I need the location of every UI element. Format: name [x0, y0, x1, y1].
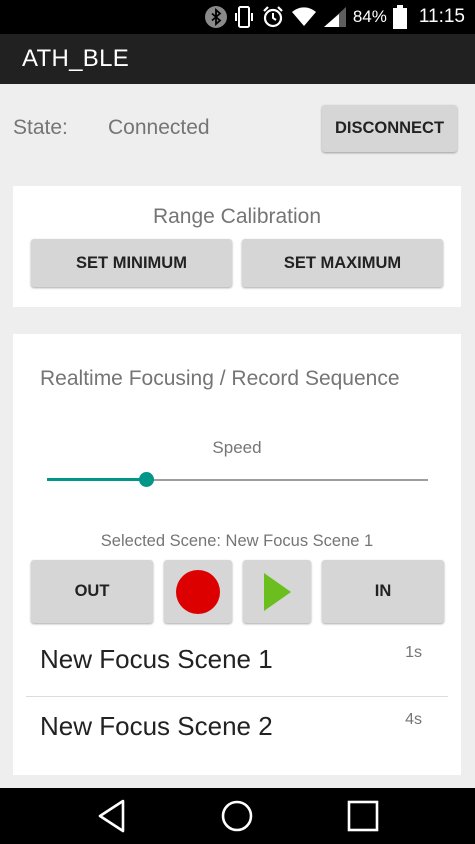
- signal-icon: [323, 6, 347, 28]
- app-bar: ATH_BLE: [0, 34, 475, 84]
- set-maximum-button[interactable]: SET MAXIMUM: [242, 239, 443, 287]
- bluetooth-icon: [204, 6, 227, 28]
- home-icon[interactable]: [212, 796, 262, 836]
- focus-in-button[interactable]: IN: [322, 560, 444, 623]
- disconnect-button[interactable]: DISCONNECT: [322, 105, 457, 152]
- range-calibration-title: Range Calibration: [152, 205, 322, 228]
- app-title: ATH_BLE: [22, 45, 130, 72]
- scene-name: New Focus Scene 2: [40, 711, 273, 741]
- selected-scene-label: Selected Scene: New Focus Scene 1: [100, 532, 374, 550]
- speed-slider[interactable]: [47, 472, 428, 487]
- state-label: State:: [13, 116, 68, 139]
- range-calibration-card: Range Calibration SET MINIMUM SET MAXIMU…: [13, 186, 461, 307]
- status-bar: 84% 11:15: [0, 0, 475, 34]
- scene-name: New Focus Scene 1: [40, 644, 273, 674]
- wifi-icon: [291, 7, 317, 27]
- clock: 11:15: [418, 6, 465, 27]
- battery-icon: [392, 5, 407, 29]
- play-button[interactable]: [243, 560, 311, 623]
- record-icon: [176, 569, 220, 614]
- play-icon: [264, 572, 291, 611]
- navigation-bar: [0, 788, 475, 844]
- speed-label: Speed: [212, 438, 262, 457]
- vibrate-icon: [233, 5, 255, 29]
- scene-duration: 4s: [405, 711, 422, 728]
- set-minimum-button[interactable]: SET MINIMUM: [31, 239, 232, 287]
- state-value: Connected: [108, 116, 210, 139]
- focus-out-button[interactable]: OUT: [31, 560, 153, 623]
- record-button[interactable]: [164, 560, 232, 623]
- alarm-icon: [261, 5, 285, 29]
- focus-section-title: Realtime Focusing / Record Sequence: [40, 367, 400, 390]
- recents-icon[interactable]: [338, 796, 388, 836]
- scene-list-item[interactable]: New Focus Scene 2 4s: [26, 697, 448, 763]
- speed-slider-fill: [47, 478, 147, 481]
- scene-duration: 1s: [405, 644, 422, 661]
- speed-slider-thumb[interactable]: [139, 472, 155, 487]
- scene-list-item[interactable]: New Focus Scene 1 1s: [26, 630, 448, 697]
- back-icon[interactable]: [87, 796, 137, 836]
- battery-percent: 84%: [352, 7, 387, 26]
- realtime-focusing-card: Realtime Focusing / Record Sequence Spee…: [13, 334, 461, 775]
